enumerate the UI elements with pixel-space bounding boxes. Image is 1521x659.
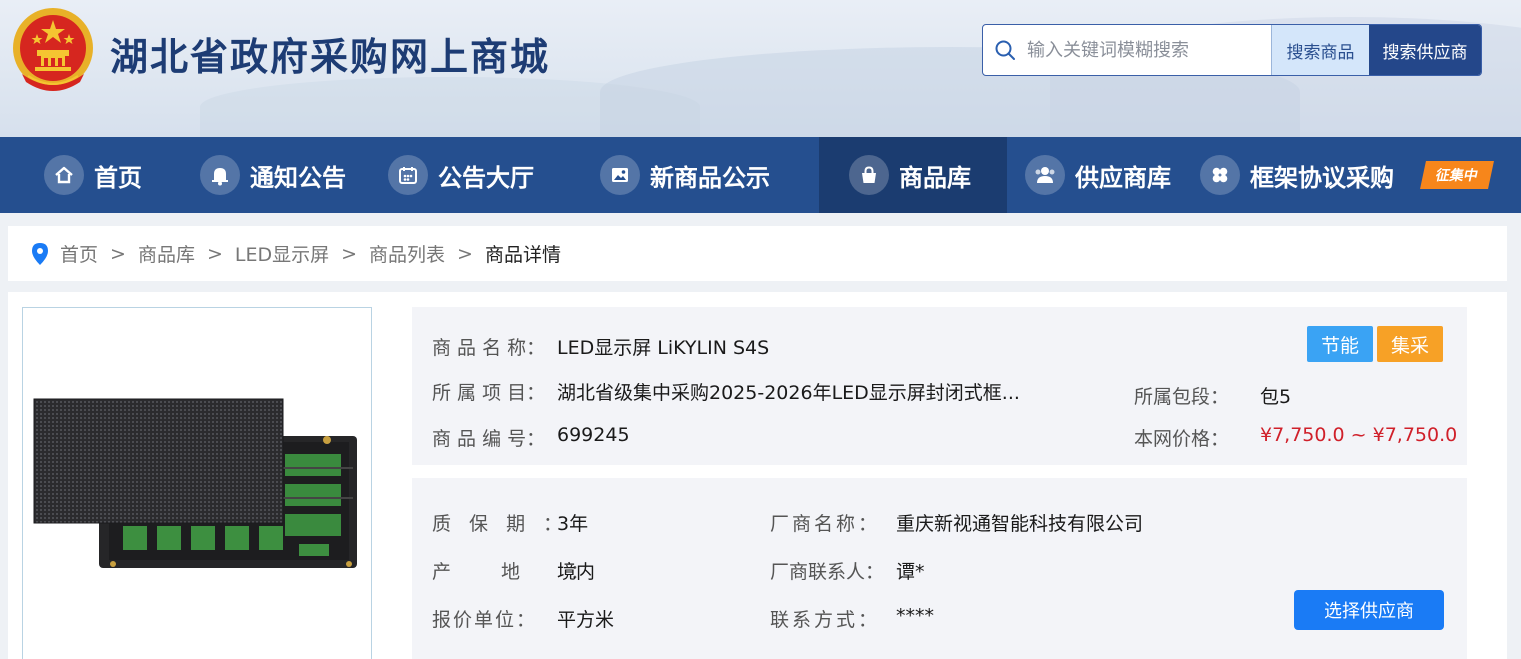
centralized-purchase-tag: 集采 [1377, 326, 1443, 362]
breadcrumb-home[interactable]: 首页 [60, 240, 98, 267]
breadcrumb-current: 商品详情 [484, 244, 561, 266]
breadcrumb-led-display[interactable]: LED显示屏 [235, 240, 329, 267]
project-label: 所 属 项 目： [432, 382, 546, 404]
nav-label: 框架协议采购 [1250, 163, 1394, 192]
bell-icon [200, 155, 240, 195]
main-nav: 首页 通知公告 公告大厅 新商品公示 商品库 供应商库 框架协议采购 征集中 [0, 137, 1521, 213]
contact-method-value: **** [896, 605, 934, 627]
nav-product-library[interactable]: 商品库 [819, 137, 1007, 213]
home-icon [44, 155, 84, 195]
contact-person-label: 厂商联系人： [770, 561, 885, 583]
warranty-label: 质 保 期 ： [432, 513, 569, 535]
four-leaf-icon [1200, 155, 1240, 195]
product-code-label: 商 品 编 号： [432, 428, 546, 450]
nav-new-products[interactable]: 新商品公示 [590, 137, 819, 213]
breadcrumb-separator: > [206, 242, 223, 265]
users-icon [1025, 155, 1065, 195]
product-name-label: 商 品 名 称： [432, 337, 546, 359]
product-name: LED显示屏 LiKYLIN S4S [557, 337, 770, 359]
price-value: ¥7,750.0 ~ ¥7,750.0 [1260, 424, 1458, 446]
nav-supplier-library[interactable]: 供应商库 [1007, 137, 1195, 213]
calendar-icon [388, 155, 428, 195]
nav-label: 商品库 [899, 163, 971, 192]
collecting-badge: 征集中 [1420, 161, 1494, 189]
nav-notices[interactable]: 通知公告 [190, 137, 378, 213]
breadcrumb-separator: > [341, 242, 358, 265]
breadcrumb-product-library[interactable]: 商品库 [138, 240, 195, 267]
nav-label: 首页 [94, 163, 142, 192]
nav-label: 通知公告 [250, 163, 346, 192]
breadcrumb-product-list[interactable]: 商品列表 [369, 240, 445, 267]
product-image [22, 307, 372, 659]
package-value: 包5 [1260, 386, 1292, 408]
product-detail-panel: 商 品 名 称： LED显示屏 LiKYLIN S4S 节能 集采 所 属 项 … [8, 292, 1507, 659]
nav-label: 公告大厅 [438, 163, 534, 192]
search-bar: 搜索商品 搜索供应商 [982, 24, 1482, 76]
price-label: 本网价格： [1134, 428, 1230, 450]
breadcrumb-separator: > [110, 242, 126, 265]
package-label: 所属包段： [1134, 386, 1230, 408]
nav-framework-purchase[interactable]: 框架协议采购 征集中 [1195, 137, 1494, 213]
quote-unit-value: 平方米 [557, 609, 615, 631]
shopping-bag-icon [849, 155, 889, 195]
location-pin-icon [32, 242, 48, 265]
product-supplier-info: 质 保 期 ： 3年 产 地 ： 境内 报价单位： 平方米 厂商名称： 重庆新视… [412, 478, 1467, 659]
quote-unit-label: 报价单位： [432, 609, 538, 631]
nav-label: 供应商库 [1075, 163, 1171, 192]
breadcrumb-separator: > [457, 242, 473, 265]
origin-value: 境内 [557, 561, 596, 583]
site-title: 湖北省政府采购网上商城 [110, 34, 551, 79]
national-emblem-icon [13, 8, 93, 91]
manufacturer-label: 厂商名称： [770, 513, 881, 535]
product-code: 699245 [557, 424, 630, 446]
warranty-value: 3年 [557, 513, 589, 535]
nav-label: 新商品公示 [650, 163, 770, 192]
project-name: 湖北省级集中采购2025-2026年LED显示屏封闭式框... [557, 382, 1020, 404]
image-icon [600, 155, 640, 195]
bg-mountain [200, 77, 700, 137]
contact-method-label: 联系方式： [770, 609, 881, 631]
nav-announcement-hall[interactable]: 公告大厅 [378, 137, 590, 213]
manufacturer-value: 重庆新视通智能科技有限公司 [896, 513, 1144, 535]
header: 湖北省政府采购网上商城 搜索商品 搜索供应商 [0, 0, 1521, 137]
select-supplier-button[interactable]: 选择供应商 [1294, 590, 1444, 630]
breadcrumb: 首页 > 商品库 > LED显示屏 > 商品列表 > 商品详情 [8, 226, 1507, 281]
energy-saving-tag: 节能 [1307, 326, 1373, 362]
search-input[interactable] [1027, 25, 1271, 75]
search-goods-button[interactable]: 搜索商品 [1271, 25, 1369, 75]
search-supplier-button[interactable]: 搜索供应商 [1369, 25, 1481, 75]
search-icon [983, 25, 1027, 75]
contact-person-value: 谭* [896, 561, 925, 583]
nav-home[interactable]: 首页 [0, 137, 190, 213]
led-panel-image [33, 398, 357, 568]
product-basic-info: 商 品 名 称： LED显示屏 LiKYLIN S4S 节能 集采 所 属 项 … [412, 307, 1467, 465]
